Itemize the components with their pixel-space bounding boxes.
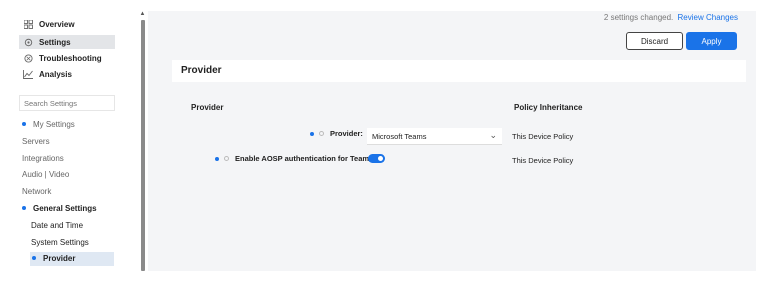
bullet-icon — [22, 121, 26, 126]
scroll-thumb[interactable] — [141, 20, 145, 271]
aosp-auth-label: Enable AOSP authentication for Teams: — [215, 154, 376, 163]
tree-item-label: General Settings — [33, 204, 97, 213]
sidebar: Overview Settings Troubleshooting Analys… — [17, 13, 117, 273]
grid-icon — [22, 18, 34, 30]
changes-status: 2 settings changed. Review Changes — [604, 13, 738, 22]
nav-item-label: Analysis — [39, 69, 72, 79]
tree-item-label: Provider — [43, 254, 76, 263]
tree-item-system-settings[interactable]: System Settings — [31, 236, 89, 250]
provider-select[interactable]: Microsoft Teams ⌄ — [367, 128, 502, 145]
tree-item-my-settings[interactable]: My Settings — [22, 118, 75, 132]
changes-text: 2 settings changed. — [603, 13, 674, 22]
gear-icon — [22, 36, 34, 48]
aosp-auth-toggle[interactable] — [368, 154, 385, 163]
nav-item-label: Settings — [39, 37, 71, 47]
bullet-icon — [32, 255, 36, 260]
tree-item-audio-video[interactable]: Audio | Video — [22, 168, 69, 182]
aosp-auth-label-text: Enable AOSP authentication for Teams: — [235, 154, 376, 163]
chevron-down-icon: ⌄ — [489, 130, 497, 140]
scroll-up-icon[interactable]: ▲ — [139, 11, 146, 18]
nav-item-label: Troubleshooting — [39, 53, 102, 63]
section-title: Provider — [181, 65, 222, 76]
wrench-icon — [22, 52, 34, 64]
column-header-provider: Provider — [191, 103, 224, 112]
section-header: Provider — [172, 60, 746, 82]
settings-panel: 2 settings changed. Review Changes Disca… — [148, 11, 756, 271]
changed-indicator-icon — [310, 131, 314, 136]
tree-item-date-and-time[interactable]: Date and Time — [31, 219, 83, 233]
tree-item-integrations[interactable]: Integrations — [22, 152, 64, 166]
review-changes-link[interactable]: Review Changes — [678, 13, 738, 22]
chart-icon — [22, 68, 34, 80]
inheritance-icon — [319, 131, 324, 136]
nav-item-label: Overview — [39, 19, 75, 29]
policy-inheritance-provider: This Device Policy — [512, 132, 574, 141]
apply-button[interactable]: Apply — [686, 32, 737, 50]
nav-item-settings[interactable]: Settings — [19, 35, 115, 49]
search-input[interactable] — [19, 95, 115, 111]
tree-item-provider[interactable]: Provider — [30, 252, 114, 266]
tree-item-label: My Settings — [33, 120, 75, 129]
inheritance-icon — [224, 156, 229, 161]
tree-item-general-settings[interactable]: General Settings — [22, 202, 97, 216]
tree-item-servers[interactable]: Servers — [22, 135, 50, 149]
provider-select-value: Microsoft Teams — [372, 131, 427, 141]
changed-indicator-icon — [215, 156, 219, 161]
bullet-icon — [22, 205, 26, 210]
column-header-policy: Policy Inheritance — [514, 103, 583, 112]
toggle-knob — [378, 156, 383, 161]
tree-item-network[interactable]: Network — [22, 185, 51, 199]
provider-label-text: Provider: — [330, 129, 363, 138]
nav-item-overview[interactable]: Overview — [19, 17, 115, 31]
discard-button[interactable]: Discard — [626, 32, 683, 50]
nav-item-troubleshooting[interactable]: Troubleshooting — [19, 51, 115, 65]
policy-inheritance-aosp: This Device Policy — [512, 156, 574, 165]
sidebar-scrollbar[interactable]: ▲ — [138, 11, 147, 271]
provider-label: Provider: — [310, 129, 363, 138]
nav-item-analysis[interactable]: Analysis — [19, 67, 115, 81]
